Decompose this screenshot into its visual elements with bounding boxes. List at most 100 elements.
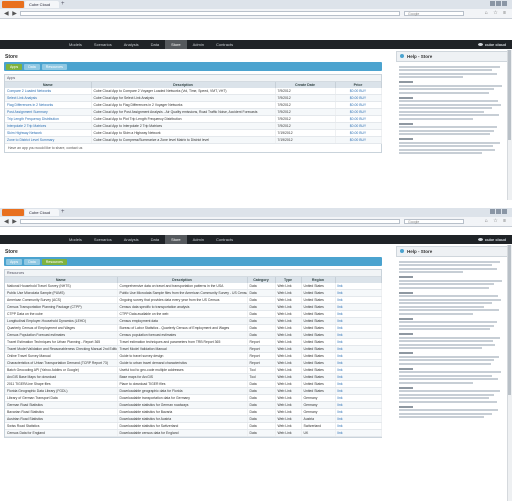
resource-link[interactable]: link (335, 415, 382, 423)
back-forward-icon[interactable]: ◀ ▶ (4, 10, 18, 17)
nav-store[interactable]: Store (165, 235, 187, 244)
app-name-link[interactable]: Skim Highway Network (5, 129, 92, 137)
table-row[interactable]: CTPP Data on the cube CTPP Data available… (5, 310, 382, 318)
app-name-link[interactable]: Post Assignment Summary (5, 108, 92, 116)
browser-toolbar-icons[interactable]: ⌂ ☆ ≡ (485, 218, 508, 224)
url-bar[interactable] (20, 11, 400, 16)
new-tab-button[interactable]: + (61, 1, 65, 8)
page-scrollbar[interactable] (507, 245, 512, 501)
app-name-link[interactable]: Select Link Analysis (5, 94, 92, 102)
nav-models[interactable]: Models (63, 235, 88, 244)
table-row[interactable]: Quarterly Census of Employment and Wages… (5, 324, 382, 332)
page-scrollbar[interactable] (507, 50, 512, 200)
tab-apps[interactable]: Apps (6, 258, 23, 265)
browser-toolbar-icons[interactable]: ⌂ ☆ ≡ (485, 10, 508, 16)
resource-link[interactable]: link (335, 317, 382, 325)
back-forward-icon[interactable]: ◀ ▶ (4, 218, 18, 225)
resource-link[interactable]: link (335, 408, 382, 416)
table-row[interactable]: Census Population Forecast estimates Cens… (5, 331, 382, 339)
table-row[interactable]: Florida Geographic Data Library (FGDL) Do… (5, 387, 382, 395)
browser-search-input[interactable]: Google (404, 11, 464, 16)
maximize-icon[interactable] (496, 1, 501, 6)
table-row[interactable]: ArcGIS Base Maps for download Base maps f… (5, 373, 382, 381)
close-icon[interactable] (502, 1, 507, 6)
scroll-thumb[interactable] (508, 245, 511, 395)
app-name-link[interactable]: Interpolate 2 Trip Matrices (5, 122, 92, 130)
table-row[interactable]: Online Travel Survey Manual Guide to trav… (5, 352, 382, 360)
nav-models[interactable]: Models (63, 40, 88, 49)
table-row[interactable]: Bavarian Road Statistics Downloadable sta… (5, 408, 382, 416)
table-row[interactable]: Characteristics of Urban Transportation … (5, 359, 382, 367)
resource-link[interactable]: link (335, 380, 382, 388)
resource-link[interactable]: link (335, 394, 382, 402)
table-row[interactable]: Library of German Transport Data Download… (5, 394, 382, 402)
table-row[interactable]: Skim Highway Network Cube Cloud App to Sk… (5, 129, 382, 137)
tab-resources[interactable]: Resources (41, 63, 67, 70)
close-icon[interactable] (502, 209, 507, 214)
nav-analysis[interactable]: Analysis (118, 40, 145, 49)
nav-data[interactable]: Data (145, 235, 165, 244)
app-buy-button[interactable]: $0.00 BUY (335, 129, 382, 137)
table-row[interactable]: Census Data for England Downloadable cens… (5, 429, 382, 437)
app-name-link[interactable]: Flag Differences in 2 Networks (5, 101, 92, 109)
table-row[interactable]: Swiss Road Statistics Downloadable statis… (5, 422, 382, 430)
table-row[interactable]: Post Assignment Summary Cube Cloud App fo… (5, 108, 382, 116)
browser-menu-button[interactable] (2, 1, 24, 8)
table-row[interactable]: Zone to District Level Summary Cube Cloud… (5, 136, 382, 144)
table-row[interactable]: Batch Geocoding API (Yahoo Addins or Goo… (5, 366, 382, 374)
app-name-link[interactable]: Zone to District Level Summary (5, 136, 92, 144)
resource-link[interactable]: link (335, 310, 382, 318)
resource-link[interactable]: link (335, 352, 382, 360)
browser-menu-button[interactable] (2, 209, 24, 216)
url-bar[interactable] (20, 219, 400, 224)
resource-link[interactable]: link (335, 373, 382, 381)
table-row[interactable]: Trip Length Frequency Distribution Cube C… (5, 115, 382, 123)
table-row[interactable]: Travel Estimation Techniques for Urban P… (5, 338, 382, 346)
resource-link[interactable]: link (335, 366, 382, 374)
maximize-icon[interactable] (496, 209, 501, 214)
nav-scenarios[interactable]: Scenarios (88, 40, 118, 49)
nav-store[interactable]: Store (165, 40, 187, 49)
tab-data[interactable]: Data (24, 63, 40, 70)
nav-data[interactable]: Data (145, 40, 165, 49)
resource-link[interactable]: link (335, 296, 382, 304)
nav-contracts[interactable]: Contracts (210, 235, 239, 244)
app-buy-button[interactable]: $0.00 BUY (335, 136, 382, 144)
nav-analysis[interactable]: Analysis (118, 235, 145, 244)
tab-resources[interactable]: Resources (41, 258, 67, 265)
table-row[interactable]: German Road Statistics Downloadable stati… (5, 401, 382, 409)
app-buy-button[interactable]: $0.00 BUY (335, 108, 382, 116)
table-row[interactable]: Flag Differences in 2 Networks Cube Cloud… (5, 101, 382, 109)
browser-tab[interactable]: Cube Cloud (25, 1, 59, 8)
resource-link[interactable]: link (335, 289, 382, 297)
browser-tab[interactable]: Cube Cloud (25, 209, 59, 216)
app-buy-button[interactable]: $0.00 BUY (335, 94, 382, 102)
new-tab-button[interactable]: + (61, 209, 65, 216)
table-row[interactable]: Austrian Road Statistics Downloadable sta… (5, 415, 382, 423)
resource-link[interactable]: link (335, 429, 382, 437)
app-buy-button[interactable]: $0.00 BUY (335, 115, 382, 123)
minimize-icon[interactable] (490, 209, 495, 214)
table-row[interactable]: Public Use Microdata Sample (PUMS) Public… (5, 289, 382, 297)
app-name-link[interactable]: Trip Length Frequency Distribution (5, 115, 92, 123)
app-buy-button[interactable]: $0.00 BUY (335, 101, 382, 109)
nav-scenarios[interactable]: Scenarios (88, 235, 118, 244)
resource-link[interactable]: link (335, 401, 382, 409)
minimize-icon[interactable] (490, 1, 495, 6)
table-row[interactable]: Travel Model Validation and Reasonablene… (5, 345, 382, 353)
browser-search-input[interactable]: Google (404, 219, 464, 224)
tab-apps[interactable]: Apps (6, 63, 23, 70)
resource-link[interactable]: link (335, 345, 382, 353)
nav-contracts[interactable]: Contracts (210, 40, 239, 49)
resource-link[interactable]: link (335, 303, 382, 311)
app-buy-button[interactable]: $0.00 BUY (335, 122, 382, 130)
table-row[interactable]: American Community Survey (ACS) Ongoing s… (5, 296, 382, 304)
resource-link[interactable]: link (335, 359, 382, 367)
table-row[interactable]: Interpolate 2 Trip Matrices Cube Cloud Ap… (5, 122, 382, 130)
nav-admin[interactable]: Admin (187, 40, 210, 49)
table-row[interactable]: Select Link Analysis Cube Cloud App for S… (5, 94, 382, 102)
tab-data[interactable]: Data (24, 258, 40, 265)
scroll-thumb[interactable] (508, 50, 511, 140)
table-row[interactable]: Census Transportation Planning Package (… (5, 303, 382, 311)
resource-link[interactable]: link (335, 387, 382, 395)
